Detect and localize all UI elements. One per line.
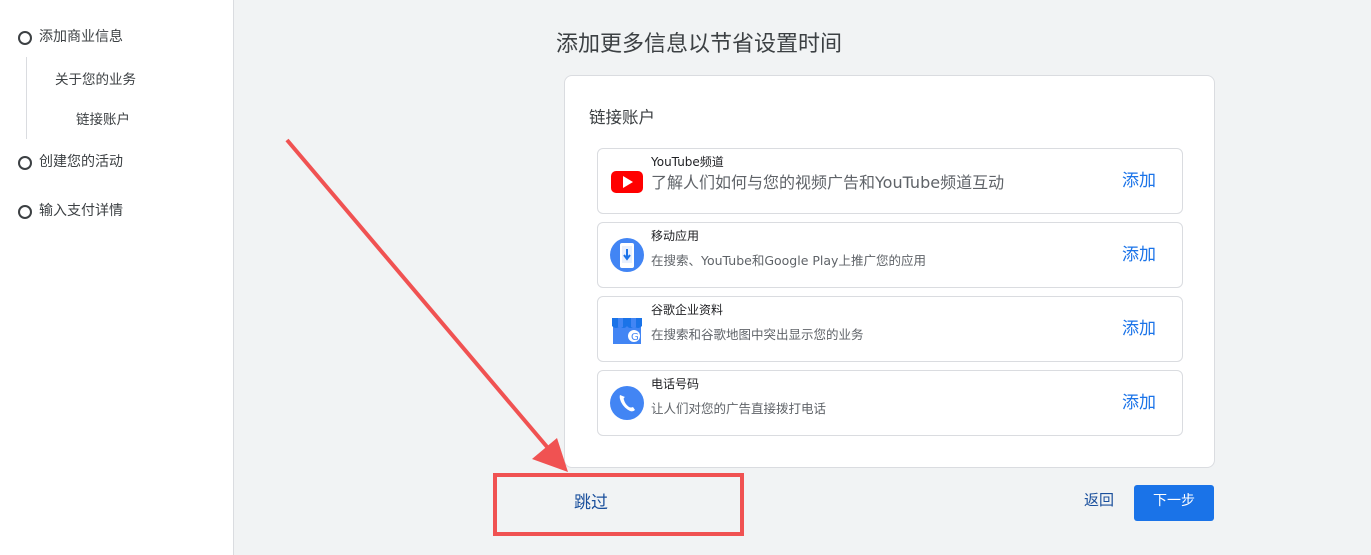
row-description: 在搜索、YouTube和Google Play上推广您的应用 xyxy=(651,253,926,268)
step-create-campaign[interactable]: 创建您的活动 xyxy=(18,151,123,171)
row-title: 谷歌企业资料 xyxy=(651,303,724,317)
step-circle-icon xyxy=(18,155,32,170)
account-row-phone: 电话号码 让人们对您的广告直接拨打电话 添加 xyxy=(597,370,1183,436)
add-phone-button[interactable]: 添加 xyxy=(1122,388,1156,413)
row-title: YouTube频道 xyxy=(651,155,724,169)
step-circle-icon xyxy=(18,30,32,45)
row-description: 了解人们如何与您的视频广告和YouTube频道互动 xyxy=(651,173,1005,192)
svg-text:G: G xyxy=(631,332,639,343)
progress-sidebar: 添加商业信息 关于您的业务 链接账户 创建您的活动 输入支付详情 xyxy=(0,0,234,555)
row-title: 电话号码 xyxy=(651,377,700,391)
mobile-app-icon xyxy=(610,238,644,272)
row-description: 在搜索和谷歌地图中突出显示您的业务 xyxy=(651,327,864,342)
step-connector-line xyxy=(26,57,27,139)
row-title: 移动应用 xyxy=(651,229,700,243)
link-accounts-card: 链接账户 YouTube频道 了解人们如何与您的视频广告和YouTube频道互动… xyxy=(564,75,1215,468)
add-business-profile-button[interactable]: 添加 xyxy=(1122,314,1156,339)
substep-about-business[interactable]: 关于您的业务 xyxy=(55,68,136,88)
business-profile-icon: G xyxy=(612,318,642,344)
account-row-mobile-app: 移动应用 在搜索、YouTube和Google Play上推广您的应用 添加 xyxy=(597,222,1183,288)
step-label: 输入支付详情 xyxy=(39,203,123,219)
step-label: 添加商业信息 xyxy=(39,29,123,45)
back-link[interactable]: 返回 xyxy=(1084,489,1114,510)
add-youtube-button[interactable]: 添加 xyxy=(1122,166,1156,191)
skip-link[interactable]: 跳过 xyxy=(574,488,608,513)
account-row-youtube: YouTube频道 了解人们如何与您的视频广告和YouTube频道互动 添加 xyxy=(597,148,1183,214)
step-payment-details[interactable]: 输入支付详情 xyxy=(18,200,123,220)
next-button[interactable]: 下一步 xyxy=(1134,485,1214,521)
account-row-business-profile: G 谷歌企业资料 在搜索和谷歌地图中突出显示您的业务 添加 xyxy=(597,296,1183,362)
card-title: 链接账户 xyxy=(589,108,655,127)
youtube-icon xyxy=(611,171,643,193)
row-description: 让人们对您的广告直接拨打电话 xyxy=(651,401,827,416)
skip-highlight-box xyxy=(493,473,744,536)
phone-icon xyxy=(610,386,644,420)
step-label: 创建您的活动 xyxy=(39,154,123,170)
substep-link-accounts[interactable]: 链接账户 xyxy=(76,108,130,128)
page-title: 添加更多信息以节省设置时间 xyxy=(556,32,843,57)
step-add-business-info[interactable]: 添加商业信息 xyxy=(18,26,123,46)
add-mobile-app-button[interactable]: 添加 xyxy=(1122,240,1156,265)
step-circle-icon xyxy=(18,204,32,219)
